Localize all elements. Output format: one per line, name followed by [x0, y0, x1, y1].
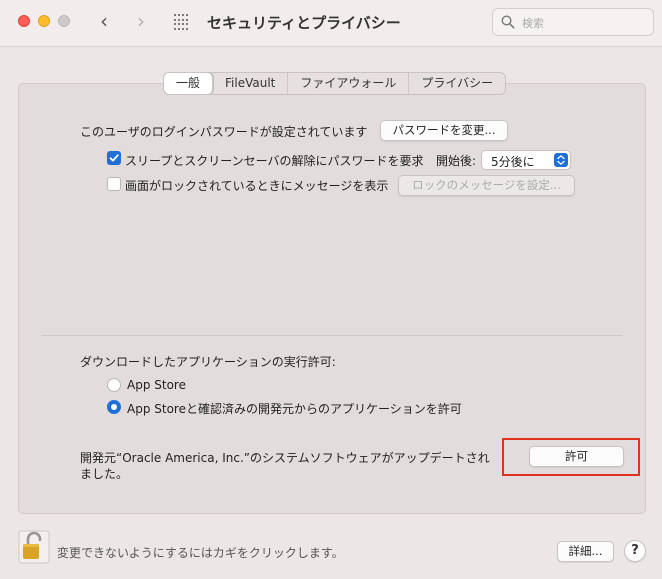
zoom-window-button[interactable]: [58, 15, 70, 27]
search-input[interactable]: [522, 14, 642, 32]
delay-select[interactable]: 5分後に: [481, 150, 571, 170]
updown-arrows-icon: [554, 153, 568, 167]
radio-app-store-identified-label: App Storeと確認済みの開発元からのアプリケーションを許可: [127, 402, 462, 416]
title-bar: ‹ › セキュリティとプライバシー: [0, 0, 662, 47]
search-icon: [501, 15, 515, 29]
tab-general[interactable]: 一般: [164, 73, 214, 94]
delay-select-value: 5分後に: [491, 155, 535, 169]
back-chevron-icon[interactable]: ‹: [100, 10, 108, 32]
tab-bar: 一般 FileVault ファイアウォール プライバシー: [163, 72, 507, 95]
help-button[interactable]: ?: [624, 540, 646, 562]
change-password-button[interactable]: パスワードを変更...: [380, 120, 508, 141]
forward-chevron-icon[interactable]: ›: [137, 10, 145, 32]
download-section-title: ダウンロードしたアプリケーションの実行許可:: [80, 355, 336, 369]
start-after-label: 開始後:: [436, 154, 477, 168]
password-status-text: このユーザのログインパスワードが設定されています: [80, 125, 368, 139]
show-all-grid-icon[interactable]: [174, 14, 190, 30]
lock-instruction-text: 変更できないようにするにはカギをクリックします。: [57, 546, 344, 560]
require-password-label: スリープとスクリーンセーバの解除にパスワードを要求: [125, 154, 424, 168]
radio-app-store-label: App Store: [127, 378, 186, 392]
advanced-button[interactable]: 詳細...: [557, 541, 614, 562]
blocked-notice-line2: ました。: [80, 467, 129, 481]
radio-app-store[interactable]: [107, 378, 121, 392]
tab-privacy[interactable]: プライバシー: [409, 73, 505, 94]
show-lock-message-label: 画面がロックされているときにメッセージを表示: [125, 179, 389, 193]
lock-icon[interactable]: [18, 530, 50, 564]
show-lock-message-checkbox[interactable]: [107, 177, 121, 191]
radio-app-store-identified[interactable]: [107, 400, 121, 414]
window-title: セキュリティとプライバシー: [207, 14, 401, 32]
allow-button-highlight: [502, 438, 640, 476]
section-divider: [42, 335, 622, 336]
set-lock-message-button[interactable]: ロックのメッセージを設定...: [398, 175, 575, 196]
tab-filevault[interactable]: FileVault: [213, 73, 289, 94]
checkmark-icon: [109, 154, 119, 162]
close-window-button[interactable]: [18, 15, 30, 27]
blocked-notice-line1: 開発元“Oracle America, Inc.”のシステムソフトウェアがアップ…: [80, 451, 490, 465]
search-field[interactable]: [492, 8, 654, 36]
minimize-window-button[interactable]: [38, 15, 50, 27]
require-password-checkbox[interactable]: [107, 151, 121, 165]
tab-firewall[interactable]: ファイアウォール: [288, 73, 410, 94]
